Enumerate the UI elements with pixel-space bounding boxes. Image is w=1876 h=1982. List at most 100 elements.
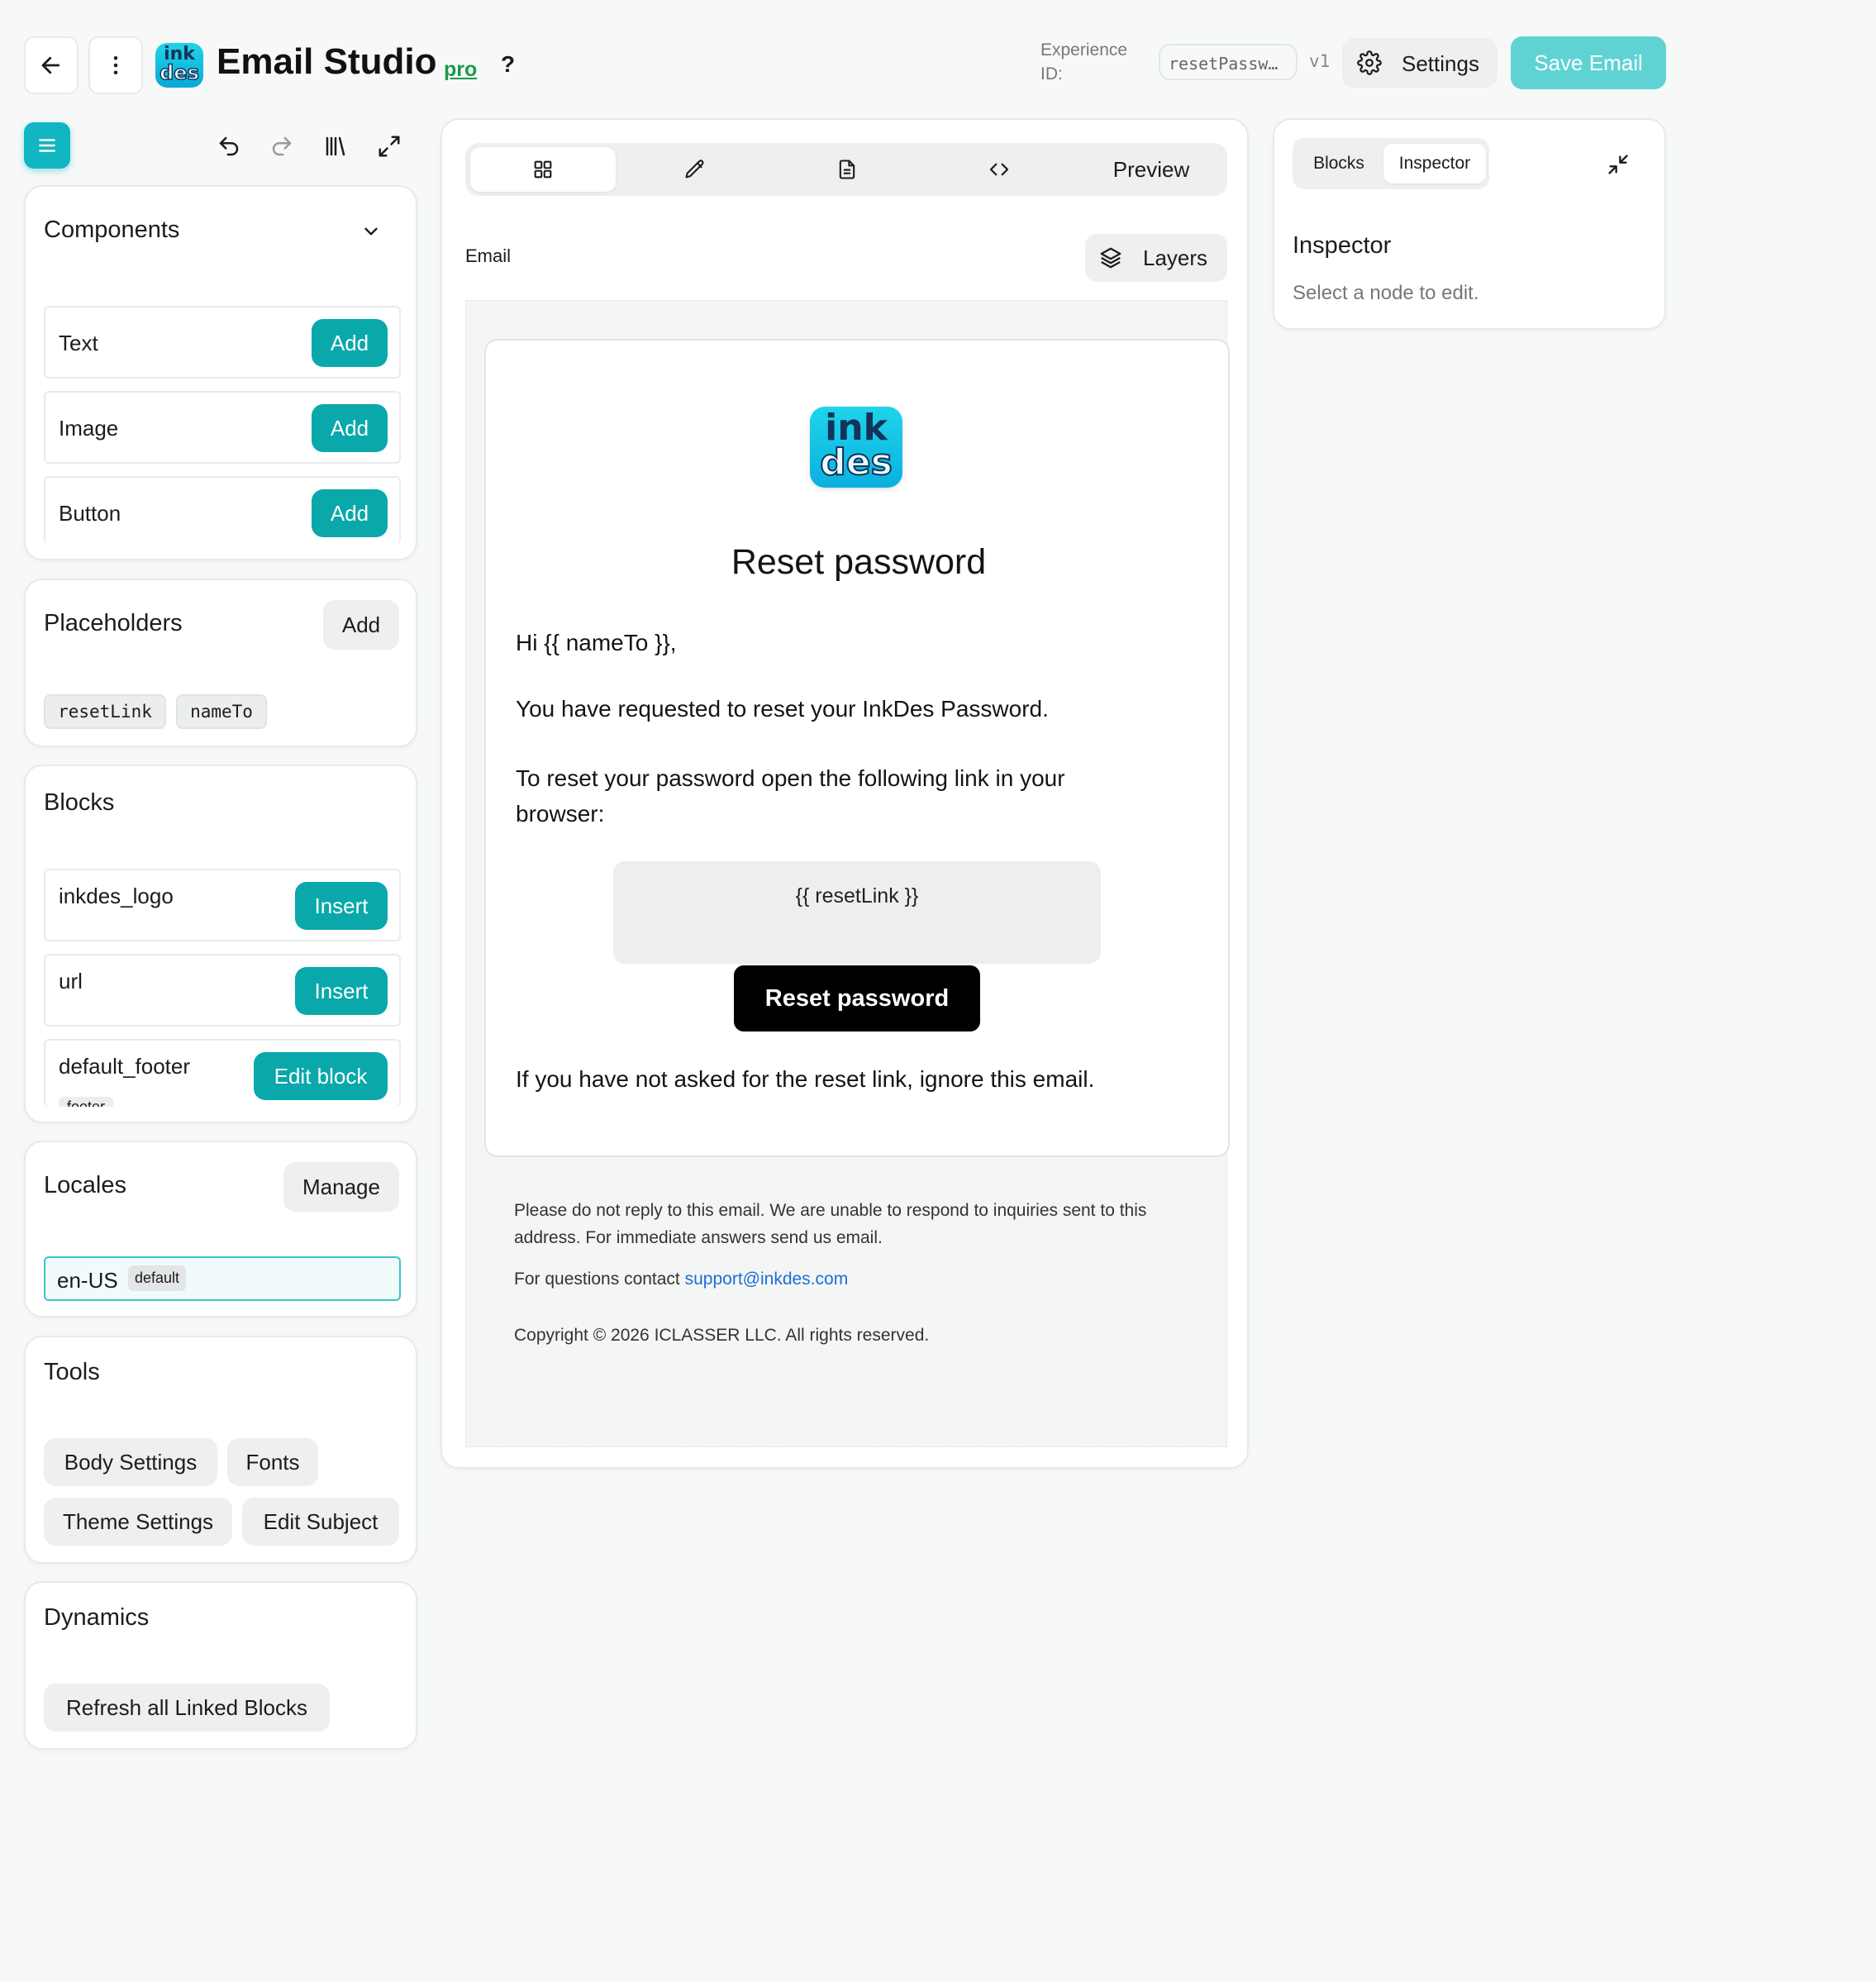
components-title: Components — [44, 217, 180, 243]
component-label: Image — [59, 416, 119, 441]
component-item-text: Text Add — [44, 306, 401, 379]
app-title: Email Studio — [217, 41, 437, 82]
tab-layout[interactable] — [470, 147, 616, 192]
inspector-title: Inspector — [1293, 232, 1392, 259]
tab-preview[interactable]: Preview — [1078, 147, 1224, 192]
save-email-button[interactable]: Save Email — [1511, 36, 1666, 89]
mode-tabs: Preview — [465, 143, 1227, 196]
block-label: url — [59, 969, 83, 993]
pro-badge[interactable]: pro — [444, 58, 477, 82]
block-label: inkdes_logo — [59, 884, 174, 908]
add-text-button[interactable]: Add — [312, 319, 388, 367]
component-item-button: Button Add — [44, 476, 401, 544]
add-image-button[interactable]: Add — [312, 404, 388, 452]
collapse-panel-button[interactable] — [1603, 150, 1633, 179]
add-button-button[interactable]: Add — [312, 489, 388, 537]
manage-locales-button[interactable]: Manage — [283, 1162, 399, 1212]
undo-button[interactable] — [213, 131, 245, 162]
back-button[interactable] — [24, 36, 79, 94]
email-paragraph-2[interactable]: To reset your password open the followin… — [516, 760, 1144, 831]
expand-icon — [379, 136, 400, 157]
contact-prefix: For questions contact — [514, 1270, 685, 1289]
email-label: Email — [465, 245, 512, 266]
edit-subject-button[interactable]: Edit Subject — [242, 1498, 399, 1546]
locales-panel: Locales Manage en-US default — [24, 1141, 417, 1317]
insert-url-block-button[interactable]: Insert — [295, 967, 388, 1015]
help-button[interactable]: ? — [501, 51, 515, 78]
email-greeting[interactable]: Hi {{ nameTo }}, — [516, 630, 677, 656]
reset-link-box[interactable]: {{ resetLink }} — [613, 861, 1101, 964]
placeholder-chip-nameto[interactable]: nameTo — [176, 694, 267, 729]
components-collapse-button[interactable] — [356, 217, 386, 246]
tools-panel: Tools Body Settings Fonts Theme Settings… — [24, 1336, 417, 1564]
redo-button[interactable] — [266, 131, 298, 162]
code-icon — [989, 163, 1009, 176]
settings-button[interactable]: Settings — [1342, 38, 1497, 88]
email-copyright[interactable]: Copyright © 2026 ICLASSER LLC. All right… — [514, 1326, 929, 1346]
component-item-image: Image Add — [44, 391, 401, 464]
tab-blocks[interactable]: Blocks — [1297, 144, 1380, 183]
email-footer-note[interactable]: Please do not reply to this email. We ar… — [514, 1197, 1208, 1251]
locales-title: Locales — [44, 1172, 126, 1198]
editor-panel: Preview Email Layers ink des Reset passw… — [440, 118, 1249, 1469]
locale-item[interactable]: en-US default — [44, 1256, 401, 1301]
placeholders-panel: Placeholders Add resetLink nameTo — [24, 579, 417, 747]
tab-edit[interactable] — [622, 147, 768, 192]
support-email-link[interactable]: support@inkdes.com — [685, 1270, 849, 1289]
more-menu-button[interactable] — [88, 36, 143, 94]
sidebar-toggle-button[interactable] — [24, 122, 70, 169]
library-button[interactable] — [320, 131, 351, 162]
email-paragraph-3[interactable]: If you have not asked for the reset link… — [516, 1066, 1094, 1093]
placeholders-title: Placeholders — [44, 610, 183, 636]
experience-id-field[interactable]: resetPassw… — [1159, 44, 1297, 80]
inspector-panel: Blocks Inspector Inspector Select a node… — [1273, 118, 1666, 330]
email-paragraph-1[interactable]: You have requested to reset your InkDes … — [516, 696, 1049, 722]
tab-document[interactable] — [774, 147, 920, 192]
email-contact-line[interactable]: For questions contact support@inkdes.com — [514, 1270, 848, 1289]
minimize-icon — [1608, 155, 1628, 174]
insert-logo-block-button[interactable]: Insert — [295, 882, 388, 930]
blocks-title: Blocks — [44, 789, 115, 816]
fonts-button[interactable]: Fonts — [227, 1438, 318, 1486]
arrow-left-icon — [41, 56, 60, 74]
block-item-url: url Insert — [44, 954, 401, 1027]
add-placeholder-button[interactable]: Add — [323, 600, 399, 650]
undo-icon — [219, 136, 239, 156]
layers-icon — [1100, 247, 1121, 269]
reset-link-placeholder: {{ resetLink }} — [795, 884, 919, 908]
tab-inspector[interactable]: Inspector — [1383, 144, 1486, 183]
fullscreen-button[interactable] — [374, 131, 405, 162]
components-panel: Components Text Add Image Add Button Add — [24, 185, 417, 560]
block-item-default-footer: default_footer footer Edit block — [44, 1039, 401, 1107]
library-icon — [326, 136, 345, 156]
placeholder-chip-resetlink[interactable]: resetLink — [44, 694, 166, 729]
refresh-linked-blocks-button[interactable]: Refresh all Linked Blocks — [44, 1684, 330, 1732]
redo-icon — [272, 136, 292, 156]
block-item-inkdes-logo: inkdes_logo Insert — [44, 869, 401, 941]
locale-default-tag: default — [128, 1265, 187, 1291]
email-canvas: ink des Reset password Hi {{ nameTo }}, … — [465, 300, 1230, 1447]
email-logo[interactable]: ink des — [810, 407, 902, 488]
layers-button[interactable]: Layers — [1085, 234, 1227, 282]
grid-icon — [534, 160, 552, 179]
pencil-icon — [685, 160, 704, 179]
block-label: default_footer — [59, 1054, 191, 1079]
dynamics-panel: Dynamics Refresh all Linked Blocks — [24, 1581, 417, 1750]
version-label: v1 — [1309, 51, 1331, 71]
right-panel-tabs: Blocks Inspector — [1293, 138, 1489, 189]
chevron-down-icon — [364, 227, 378, 236]
app-logo: ink des — [155, 43, 203, 88]
block-tag: footer — [59, 1097, 114, 1107]
blocks-panel: Blocks inkdes_logo Insert url Insert def… — [24, 765, 417, 1123]
tab-code[interactable] — [926, 147, 1072, 192]
email-body-card[interactable]: ink des Reset password Hi {{ nameTo }}, … — [484, 339, 1230, 1157]
document-icon — [839, 160, 855, 179]
reset-password-button[interactable]: Reset password — [734, 965, 980, 1031]
theme-settings-button[interactable]: Theme Settings — [44, 1498, 232, 1546]
component-label: Button — [59, 501, 121, 526]
settings-label: Settings — [1402, 51, 1479, 76]
email-heading[interactable]: Reset password — [486, 542, 1231, 583]
component-label: Text — [59, 331, 98, 355]
body-settings-button[interactable]: Body Settings — [44, 1438, 217, 1486]
edit-footer-block-button[interactable]: Edit block — [254, 1052, 388, 1100]
